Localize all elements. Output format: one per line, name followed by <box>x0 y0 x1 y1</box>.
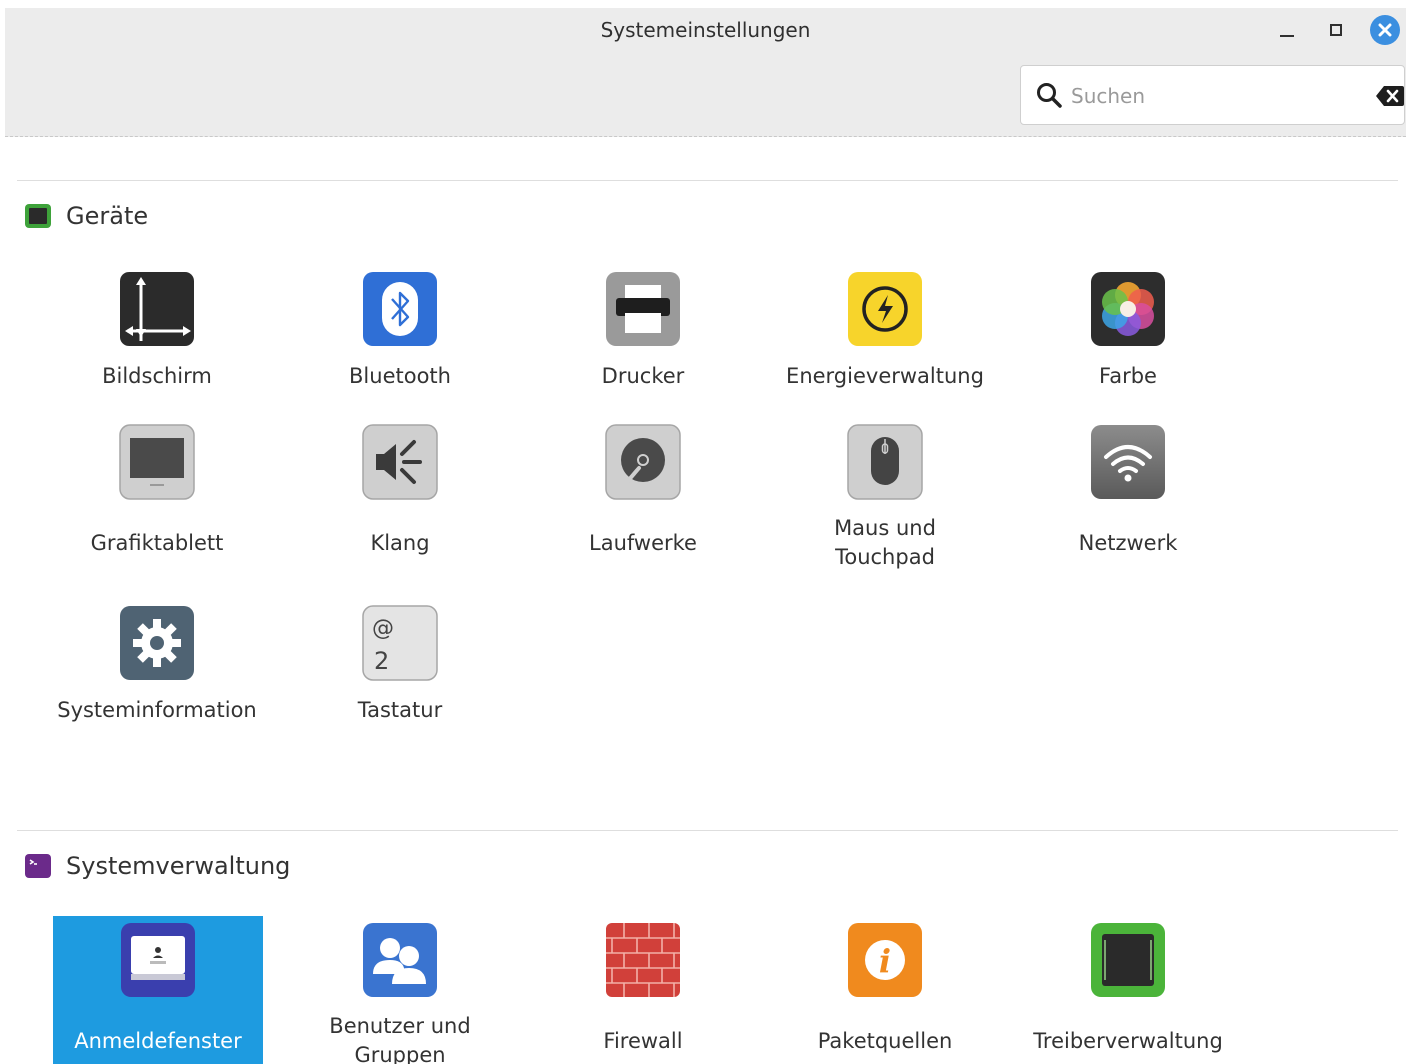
header-bar: Systemeinstellungen <box>5 8 1406 137</box>
settings-item-label: Tastatur <box>357 698 443 722</box>
driver-icon <box>1091 923 1165 997</box>
settings-item-system-info[interactable]: Systeminformation <box>52 599 262 739</box>
settings-window: Systemeinstellungen Suchen Geräte Bildsc… <box>5 8 1406 1064</box>
login-window-icon <box>121 923 195 997</box>
power-icon <box>848 272 922 346</box>
settings-item-label: Anmeldefenster <box>74 1029 242 1053</box>
section-title: Geräte <box>66 202 149 230</box>
settings-item-label: Grafiktablett <box>90 531 224 555</box>
firewall-icon <box>606 923 680 997</box>
settings-item-network[interactable]: Netzwerk <box>1023 418 1233 578</box>
settings-item-tablet[interactable]: Grafiktablett <box>52 418 262 578</box>
maximize-icon <box>1330 24 1342 36</box>
settings-item-label: Systeminformation <box>57 698 257 722</box>
settings-item-label: Netzwerk <box>1078 531 1178 555</box>
settings-item-users[interactable]: Benutzer und Gruppen <box>295 916 505 1064</box>
software-sources-icon: i <box>848 923 922 997</box>
close-icon <box>1370 15 1400 45</box>
mouse-icon <box>847 424 923 500</box>
display-icon <box>120 272 194 346</box>
section-header-devices: Geräte <box>24 202 148 230</box>
administration-section-icon <box>25 854 51 878</box>
settings-item-driver-manager[interactable]: Treiberverwaltung <box>1023 916 1233 1064</box>
color-icon <box>1091 272 1165 346</box>
settings-item-label: Klang <box>370 531 430 555</box>
system-info-icon <box>120 606 194 680</box>
settings-item-bluetooth[interactable]: Bluetooth <box>295 265 505 405</box>
users-icon <box>363 923 437 997</box>
tablet-icon <box>119 424 195 500</box>
keyboard-icon: @ 2 <box>362 605 438 681</box>
minimize-icon <box>1280 35 1294 37</box>
section-divider <box>17 830 1398 831</box>
sound-icon <box>362 424 438 500</box>
settings-item-label: Energieverwaltung <box>786 364 984 388</box>
bluetooth-icon <box>363 272 437 346</box>
settings-item-login-window[interactable]: Anmeldefenster <box>53 916 263 1064</box>
settings-item-label: Farbe <box>1099 364 1157 388</box>
settings-item-software-sources[interactable]: i Paketquellen <box>780 916 990 1064</box>
settings-item-label: Laufwerke <box>589 531 697 555</box>
section-header-administration: Systemverwaltung <box>24 852 290 880</box>
settings-item-label: Treiberverwaltung <box>1033 1029 1223 1053</box>
window-title: Systemeinstellungen <box>600 18 811 42</box>
close-button[interactable] <box>1369 14 1401 46</box>
svg-text:i: i <box>879 942 891 980</box>
settings-item-label: Benutzer und Gruppen <box>329 1014 471 1064</box>
section-title: Systemverwaltung <box>66 852 291 880</box>
settings-item-label: Bildschirm <box>102 364 212 388</box>
settings-item-disks[interactable]: Laufwerke <box>538 418 748 578</box>
settings-item-power[interactable]: Energieverwaltung <box>780 265 990 405</box>
settings-item-printer[interactable]: Drucker <box>538 265 748 405</box>
settings-item-label: Maus und Touchpad <box>834 516 936 569</box>
svg-text:2: 2 <box>374 647 389 675</box>
search-icon <box>1037 83 1062 108</box>
settings-item-color[interactable]: Farbe <box>1023 265 1233 405</box>
devices-section-icon <box>25 204 51 228</box>
search-box[interactable] <box>1020 65 1405 125</box>
settings-item-label: Drucker <box>601 364 685 388</box>
settings-item-mouse[interactable]: Maus und Touchpad <box>780 418 990 578</box>
disk-icon <box>605 424 681 500</box>
clear-search-icon[interactable] <box>1375 85 1405 107</box>
settings-item-label: Bluetooth <box>349 364 451 388</box>
search-input[interactable] <box>1071 78 1351 114</box>
settings-item-keyboard[interactable]: @ 2 Tastatur <box>295 599 505 739</box>
settings-item-firewall[interactable]: Firewall <box>538 916 748 1064</box>
settings-item-label: Firewall <box>603 1029 683 1053</box>
network-icon <box>1091 425 1165 499</box>
settings-item-display[interactable]: Bildschirm <box>52 265 262 405</box>
svg-text:@: @ <box>372 616 394 641</box>
printer-icon <box>606 272 680 346</box>
maximize-button[interactable] <box>1320 14 1352 46</box>
settings-item-label: Paketquellen <box>817 1029 953 1053</box>
settings-item-sound[interactable]: Klang <box>295 418 505 578</box>
section-divider <box>17 180 1398 181</box>
minimize-button[interactable] <box>1271 14 1303 46</box>
